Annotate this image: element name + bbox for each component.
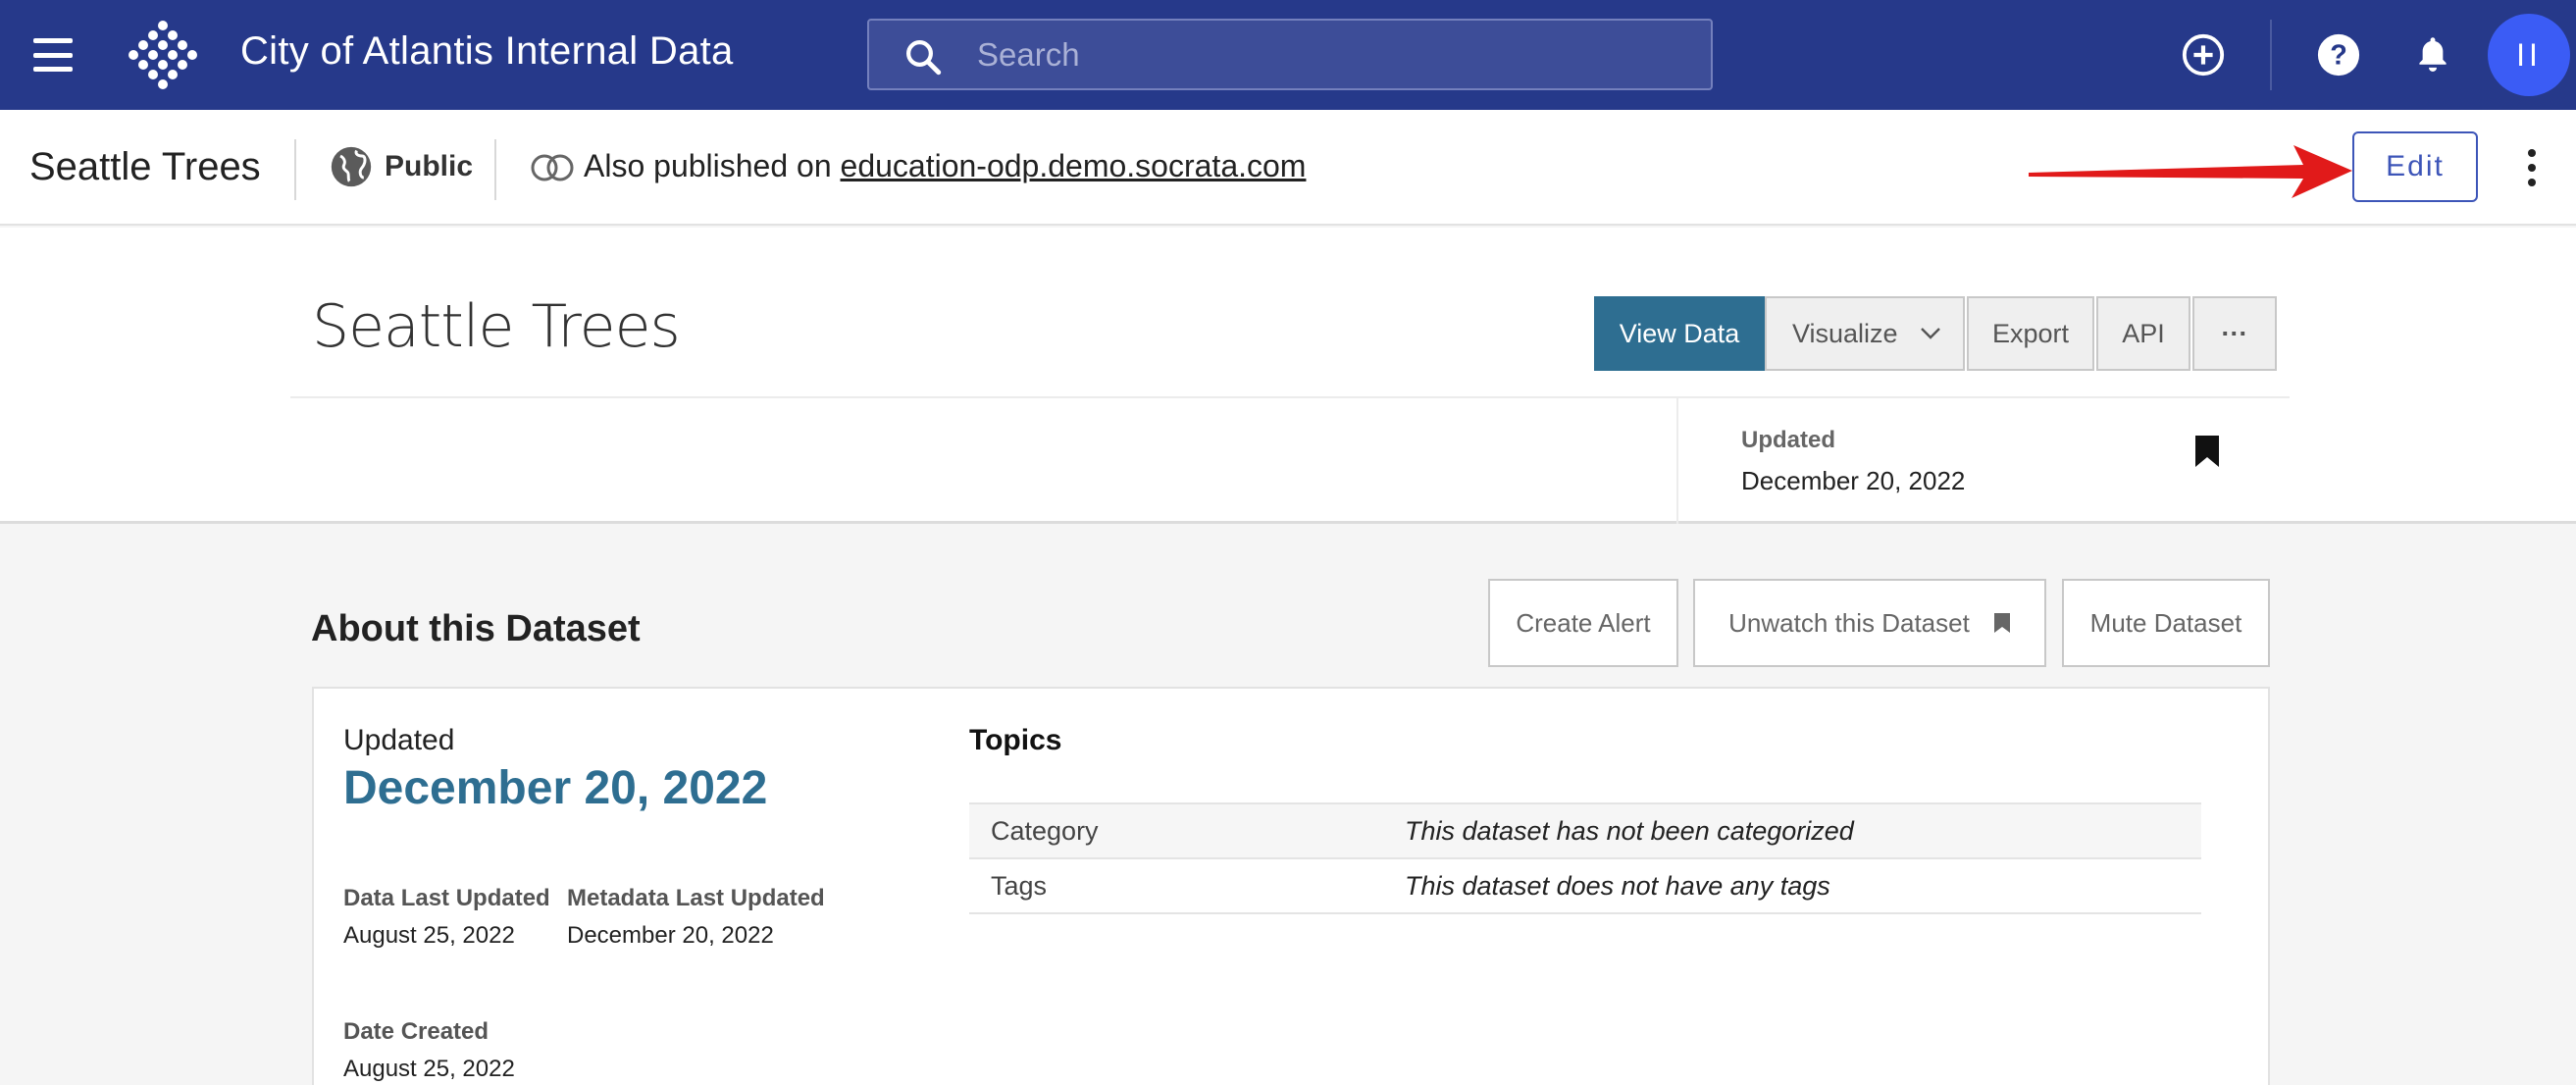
federation-rings-icon [531, 154, 574, 181]
nav-divider [2270, 20, 2272, 90]
topics-table: Category This dataset has not been categ… [969, 802, 2201, 914]
about-card: Updated December 20, 2022 Data Last Upda… [312, 687, 2270, 1085]
dataset-header: Seattle Trees View Data Visualize Export… [0, 228, 2576, 524]
visibility-label: Public [385, 150, 474, 182]
export-button[interactable]: Export [1967, 296, 2094, 371]
also-published-text: Also published on education-odp.demo.soc… [584, 148, 1306, 184]
search-input[interactable] [977, 30, 1683, 79]
hamburger-menu-icon[interactable] [27, 34, 78, 76]
search-bar[interactable] [867, 19, 1713, 90]
asset-title: Seattle Trees [29, 145, 261, 188]
date-created-value: August 25, 2022 [343, 1056, 515, 1082]
updated-value: December 20, 2022 [1741, 466, 1966, 495]
date-created-label: Date Created [343, 1018, 489, 1045]
user-avatar[interactable]: II [2488, 14, 2570, 96]
table-row: Tags This dataset does not have any tags [969, 857, 2201, 914]
visualize-button[interactable]: Visualize [1765, 296, 1965, 371]
edit-button[interactable]: Edit [2352, 131, 2478, 202]
divider [294, 139, 296, 200]
create-alert-button[interactable]: Create Alert [1488, 579, 1678, 667]
top-nav: City of Atlantis Internal Data ? II [0, 0, 2576, 110]
divider [494, 139, 496, 200]
visualize-label: Visualize [1792, 318, 1898, 348]
bookmark-icon [1993, 613, 2010, 633]
unwatch-label: Unwatch this Dataset [1728, 607, 1970, 638]
dataset-title: Seattle Trees [312, 292, 681, 361]
add-icon[interactable] [2174, 26, 2233, 84]
dataset-actions: View Data Visualize Export API ··· [1594, 296, 2277, 373]
chevron-down-icon [1920, 328, 1940, 339]
divider [1676, 398, 1678, 524]
metadata-last-updated-value: December 20, 2022 [567, 922, 774, 949]
topic-value: This dataset has not been categorized [1383, 802, 2201, 859]
also-published-link[interactable]: education-odp.demo.socrata.com [841, 148, 1307, 183]
data-last-updated-label: Data Last Updated [343, 885, 550, 911]
svg-text:?: ? [2330, 40, 2347, 72]
topic-value: This dataset does not have any tags [1383, 857, 2201, 914]
more-actions-button[interactable]: ··· [2192, 296, 2277, 371]
logo-icon[interactable] [126, 18, 200, 92]
topics-title: Topics [969, 724, 1062, 756]
divider [290, 396, 2290, 398]
help-icon[interactable]: ? [2309, 26, 2368, 84]
topic-key: Category [969, 802, 1383, 859]
api-button[interactable]: API [2096, 296, 2190, 371]
notification-bell-icon[interactable] [2403, 26, 2462, 84]
data-last-updated-value: August 25, 2022 [343, 922, 515, 949]
mute-dataset-button[interactable]: Mute Dataset [2062, 579, 2270, 667]
bookmark-icon[interactable] [2193, 434, 2221, 469]
about-title: About this Dataset [311, 608, 641, 649]
globe-icon [331, 146, 372, 187]
topic-key: Tags [969, 857, 1383, 914]
card-updated-date: December 20, 2022 [343, 762, 768, 814]
view-data-button[interactable]: View Data [1594, 296, 1765, 371]
site-title[interactable]: City of Atlantis Internal Data [240, 29, 734, 74]
table-row: Category This dataset has not been categ… [969, 802, 2201, 859]
more-options-icon[interactable] [2517, 145, 2547, 190]
updated-label: Updated [1741, 427, 1835, 453]
red-arrow-annotation [2029, 145, 2352, 198]
metadata-last-updated-label: Metadata Last Updated [567, 885, 825, 911]
also-published-prefix: Also published on [584, 148, 832, 183]
unwatch-button[interactable]: Unwatch this Dataset [1693, 579, 2046, 667]
search-icon [906, 40, 942, 76]
card-updated-label: Updated [343, 724, 455, 756]
